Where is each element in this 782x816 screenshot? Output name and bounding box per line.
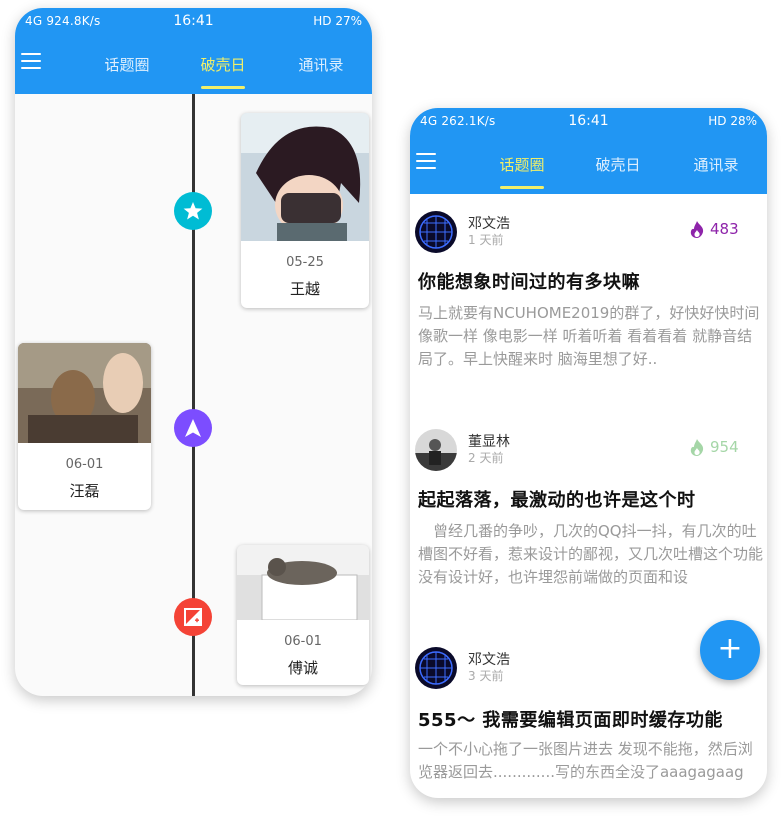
- status-bar: 4G 924.8K/s 16:41 HD 27%: [15, 8, 372, 34]
- birthday-screen: 4G 924.8K/s 16:41 HD 27% 话题圈 破壳日 通讯录 05-…: [15, 8, 372, 696]
- post-heat: 954: [690, 438, 739, 456]
- heat-count: 954: [710, 438, 739, 456]
- cat-on-sofa-image: [237, 545, 369, 621]
- status-time: 16:41: [568, 113, 609, 129]
- birthday-card[interactable]: 05-25 王越: [241, 113, 369, 308]
- menu-icon[interactable]: [416, 153, 436, 169]
- add-post-button[interactable]: +: [700, 620, 760, 680]
- flame-icon: [690, 438, 704, 456]
- tab-birthday[interactable]: 破壳日: [578, 154, 658, 175]
- post-time: 1 天前: [468, 233, 504, 247]
- tab-birthday[interactable]: 破壳日: [183, 54, 263, 75]
- anime-avatar-image: [241, 113, 369, 241]
- tab-contacts[interactable]: 通讯录: [676, 154, 756, 175]
- birthday-card[interactable]: 06-01 傅诚: [237, 545, 369, 685]
- post-title: 起起落落，最激动的也许是这个时: [418, 490, 696, 511]
- status-battery: HD 28%: [708, 114, 757, 128]
- heat-count: 483: [710, 220, 739, 238]
- app-bar: 话题圈 破壳日 通讯录: [410, 134, 767, 194]
- post-time: 2 天前: [468, 451, 504, 465]
- avatar[interactable]: [415, 647, 457, 689]
- birthday-date: 06-01: [284, 634, 322, 649]
- post-body: 曾经几番的争吵，几次的QQ抖一抖，有几次的吐槽图不好看，惹来设计的鄙视，又几次吐…: [418, 522, 764, 586]
- tab-topics[interactable]: 话题圈: [482, 154, 562, 175]
- post-body: 马上就要有NCUHOME2019的群了，好快好快时间像歌一样 像电影一样 听着听…: [418, 304, 760, 368]
- cat-photo-image: [18, 343, 151, 443]
- post-author: 邓文浩: [468, 216, 510, 232]
- post-title: 你能想象时间过的有多块嘛: [418, 272, 640, 293]
- post-author: 董显林: [468, 434, 510, 450]
- status-network: 4G 262.1K/s: [420, 114, 496, 128]
- topics-screen: 4G 262.1K/s 16:41 HD 28% 话题圈 破壳日 通讯录 邓文浩…: [410, 108, 767, 798]
- menu-icon[interactable]: [21, 53, 41, 69]
- post-title: 555～ 我需要编辑页面即时缓存功能: [418, 710, 723, 731]
- avatar[interactable]: [415, 429, 457, 471]
- birthday-date: 05-25: [286, 255, 324, 270]
- post-time: 3 天前: [468, 669, 504, 683]
- status-time: 16:41: [173, 13, 214, 29]
- birthday-card[interactable]: 06-01 汪磊: [18, 343, 151, 510]
- image-edit-icon: [174, 598, 212, 636]
- post-body: 一个不小心拖了一张图片进去 发现不能拖，然后浏览器返回去............…: [418, 740, 753, 781]
- tab-topics[interactable]: 话题圈: [87, 54, 167, 75]
- navigation-arrow-icon: [174, 409, 212, 447]
- flame-icon: [690, 220, 704, 238]
- birthday-name: 汪磊: [69, 482, 100, 500]
- post-heat: 483: [690, 220, 739, 238]
- status-network: 4G 924.8K/s: [25, 14, 101, 28]
- active-tab-indicator: [500, 186, 544, 189]
- status-battery: HD 27%: [313, 14, 362, 28]
- birthday-date: 06-01: [65, 457, 104, 472]
- birthday-name: 傅诚: [287, 659, 318, 677]
- app-bar: 话题圈 破壳日 通讯录: [15, 34, 372, 94]
- star-icon: [174, 192, 212, 230]
- avatar[interactable]: [415, 211, 457, 253]
- post-author: 邓文浩: [468, 652, 510, 668]
- active-tab-indicator: [201, 86, 245, 89]
- birthday-name: 王越: [289, 280, 320, 298]
- status-bar: 4G 262.1K/s 16:41 HD 28%: [410, 108, 767, 134]
- tab-contacts[interactable]: 通讯录: [281, 54, 361, 75]
